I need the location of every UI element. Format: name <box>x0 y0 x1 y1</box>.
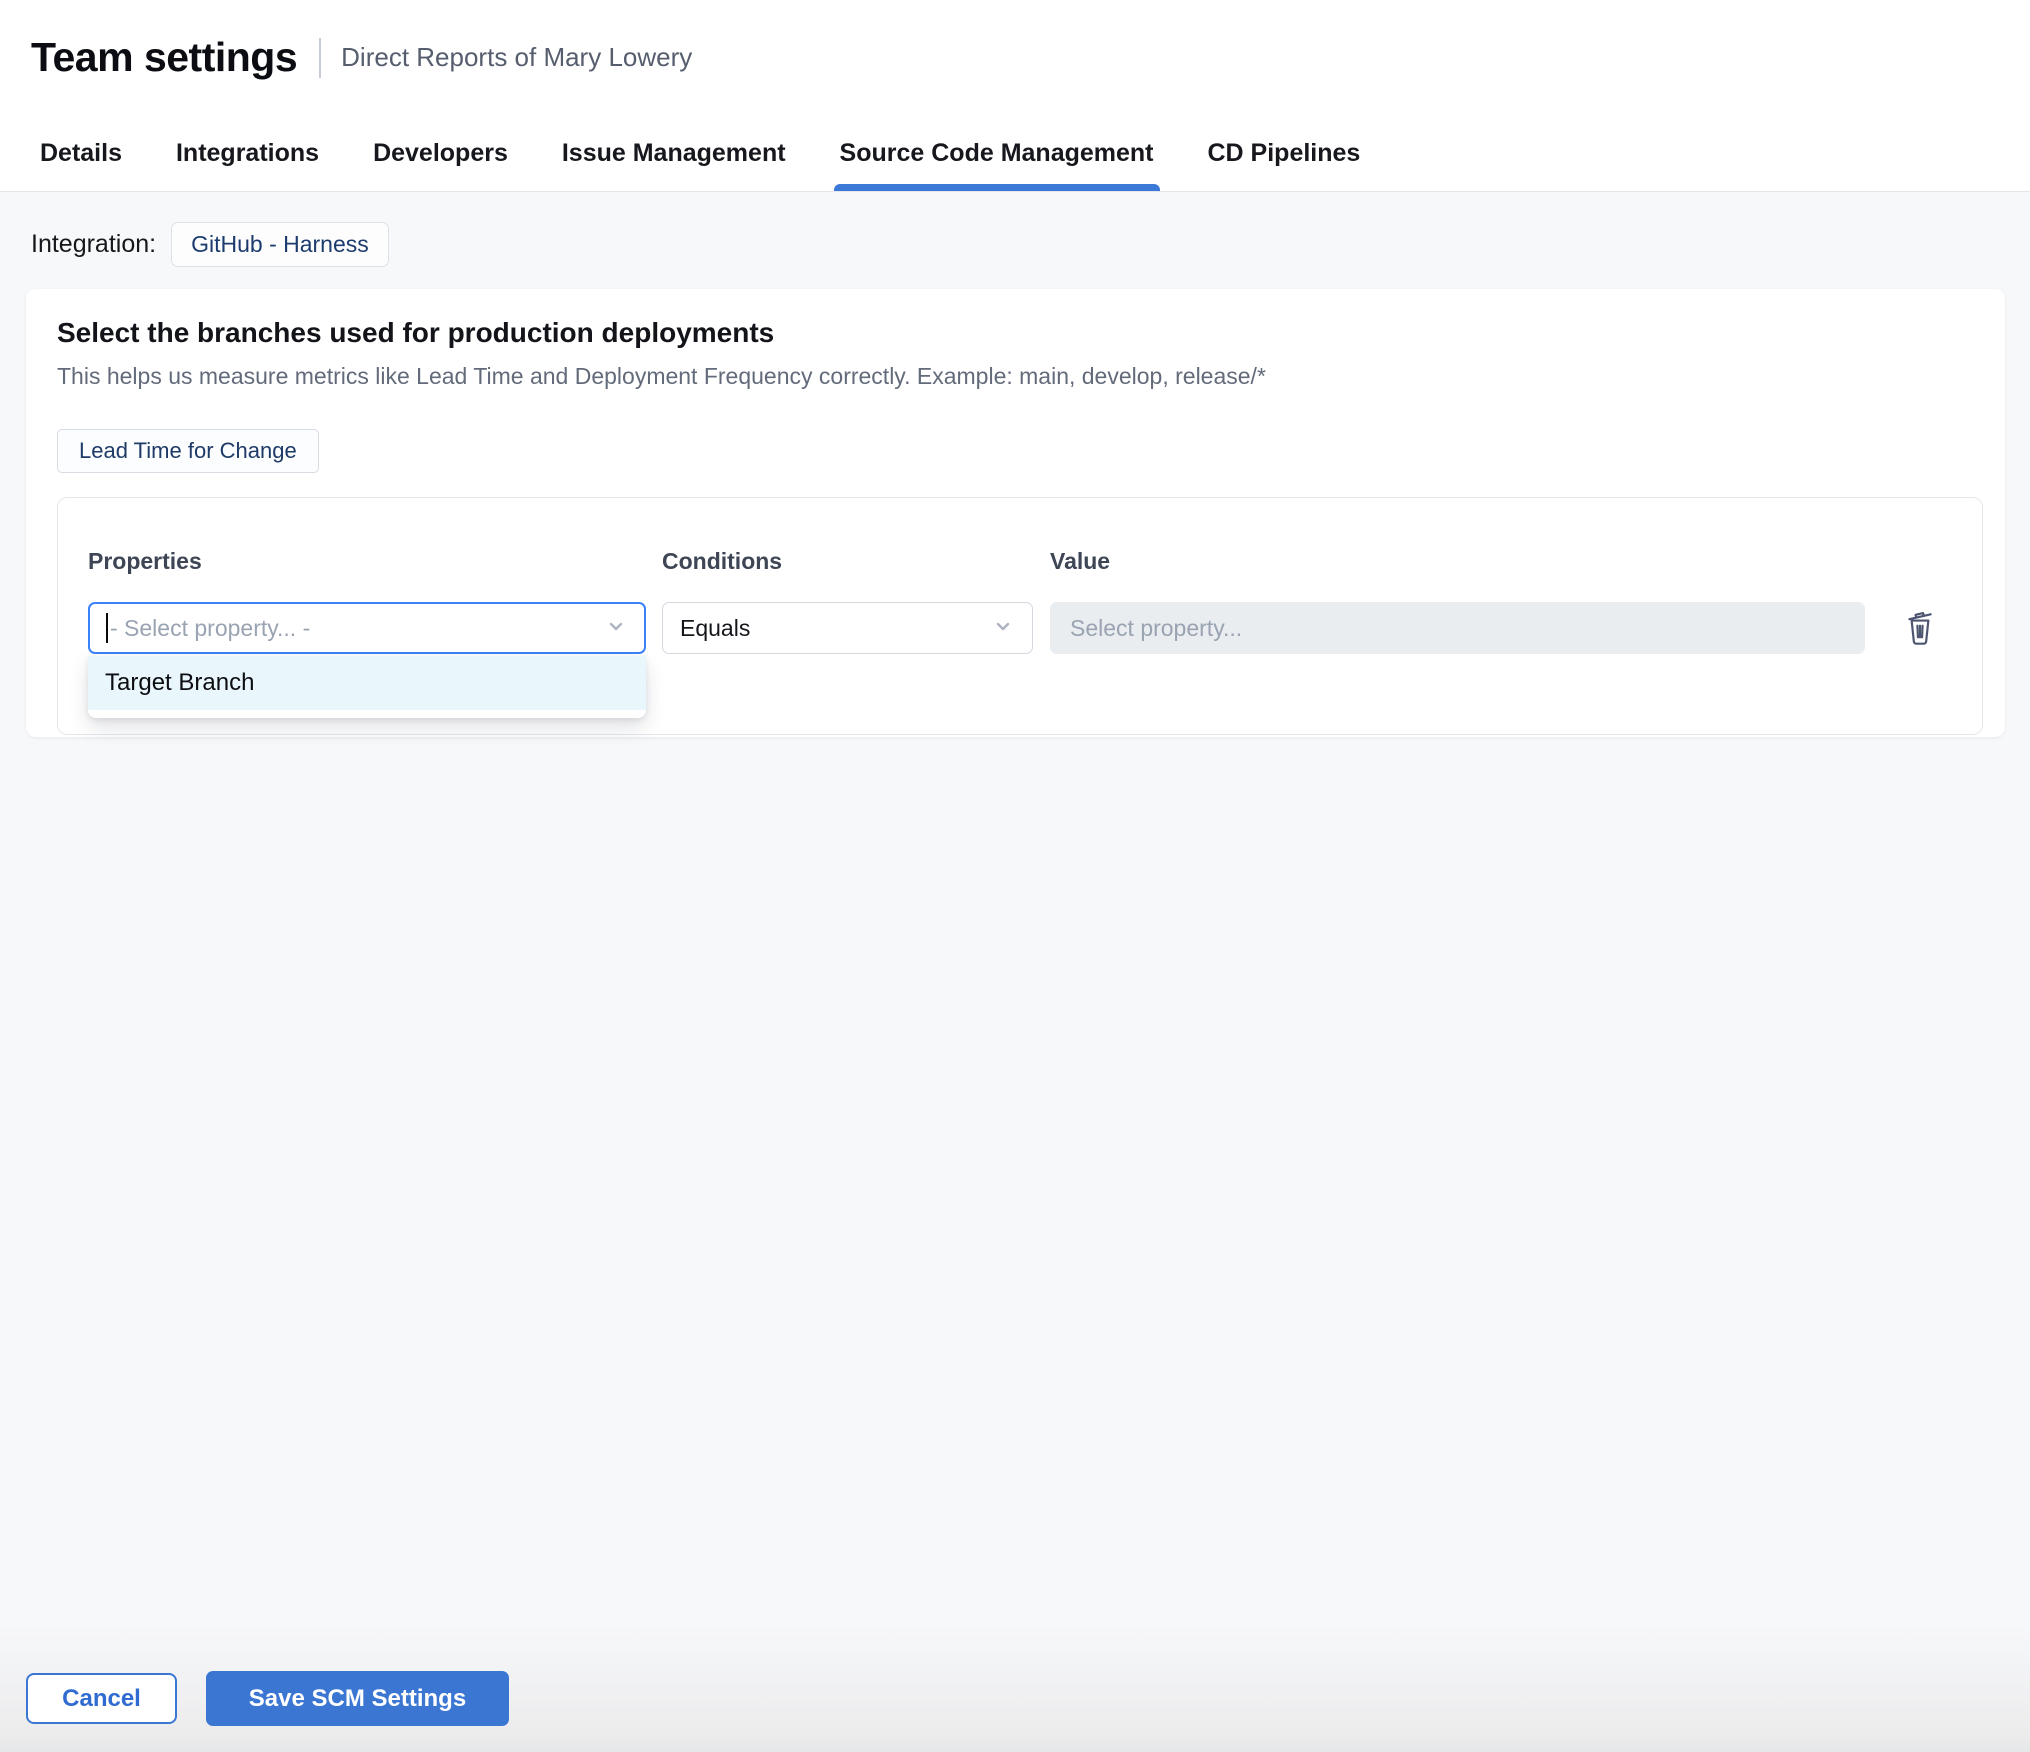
card-description: This helps us measure metrics like Lead … <box>57 363 1266 389</box>
property-select[interactable]: - Select property... - <box>88 602 646 654</box>
tab-cd-pipelines[interactable]: CD Pipelines <box>1208 115 1361 191</box>
rule-panel: Properties Conditions Value - Select pro… <box>57 497 1983 735</box>
property-select-placeholder: - Select property... - <box>110 614 311 641</box>
metric-chip-lead-time[interactable]: Lead Time for Change <box>57 429 319 473</box>
tab-bar: Details Integrations Developers Issue Ma… <box>0 115 2030 192</box>
column-header-value: Value <box>1050 548 1111 574</box>
cancel-button[interactable]: Cancel <box>26 1673 177 1724</box>
integration-chip[interactable]: GitHub - Harness <box>171 222 389 267</box>
card-heading: Select the branches used for production … <box>57 317 775 348</box>
integration-label: Integration: <box>31 230 157 258</box>
column-header-properties: Properties <box>88 548 202 574</box>
trash-icon <box>1902 606 1938 651</box>
tab-issue-management[interactable]: Issue Management <box>562 115 786 191</box>
chevron-down-icon <box>604 614 628 643</box>
page-title: Team settings <box>31 34 298 80</box>
dropdown-item-target-branch[interactable]: Target Branch <box>88 656 646 710</box>
condition-select-value: Equals <box>680 614 751 641</box>
column-header-conditions: Conditions <box>662 548 783 574</box>
page-subtitle: Direct Reports of Mary Lowery <box>341 42 693 72</box>
text-caret <box>106 613 108 643</box>
integration-row: Integration: GitHub - Harness <box>31 222 389 267</box>
save-scm-settings-button[interactable]: Save SCM Settings <box>206 1671 509 1726</box>
tab-developers[interactable]: Developers <box>373 115 508 191</box>
property-dropdown-menu: Target Branch <box>88 656 646 718</box>
value-input[interactable] <box>1050 602 1865 654</box>
chevron-down-icon <box>991 614 1015 643</box>
team-settings-page: Team settings Direct Reports of Mary Low… <box>0 0 2030 1752</box>
page-header: Team settings Direct Reports of Mary Low… <box>0 0 2030 115</box>
tab-details[interactable]: Details <box>40 115 122 191</box>
branch-settings-card: Select the branches used for production … <box>26 289 2005 737</box>
delete-rule-button[interactable] <box>1898 604 1942 652</box>
tab-integrations[interactable]: Integrations <box>176 115 319 191</box>
title-divider <box>319 37 322 78</box>
tab-source-code-management[interactable]: Source Code Management <box>833 115 1160 191</box>
condition-select[interactable]: Equals <box>662 602 1033 654</box>
